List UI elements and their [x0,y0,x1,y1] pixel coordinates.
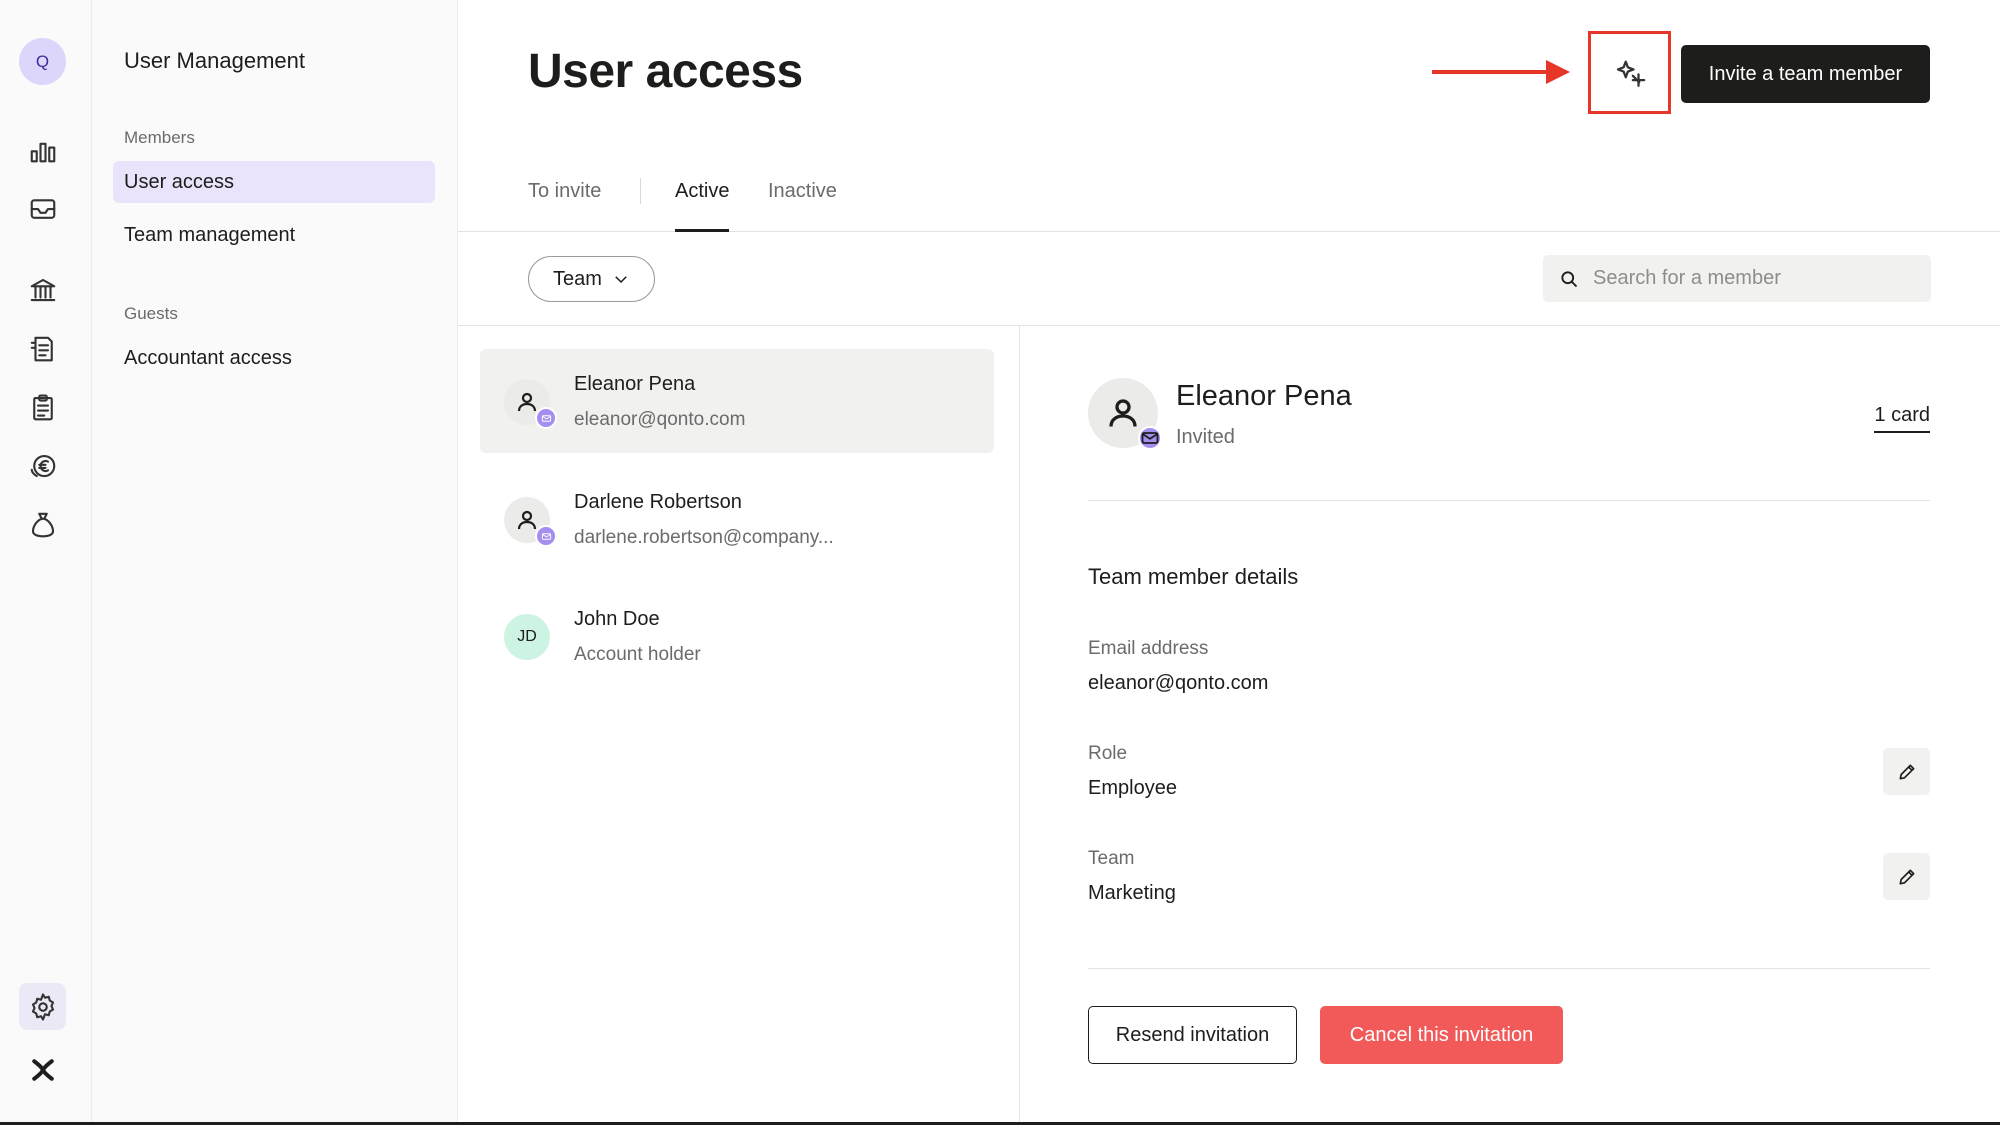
member-name: Darlene Robertson [574,491,742,513]
cancel-invitation-button[interactable]: Cancel this invitation [1320,1006,1563,1064]
team-label: Team [1088,848,1135,869]
role-value: Employee [1088,777,1177,799]
list-item[interactable]: JD John Doe Account holder [480,584,994,688]
nav-item-team-management[interactable]: Team management [113,214,435,256]
tab-active[interactable]: Active [675,180,730,232]
mail-badge-icon [1138,426,1162,450]
user-management-nav: User Management Members User access Team… [92,0,458,1125]
section-title: Team member details [1088,564,1299,589]
member-email: darlene.robertson@company... [574,527,834,548]
member-role: Account holder [574,644,701,665]
email-label: Email address [1088,638,1209,659]
logo-icon[interactable] [24,1051,62,1089]
chart-bars-icon[interactable] [24,131,62,169]
clipboard-icon[interactable] [24,389,62,427]
org-avatar[interactable]: Q [19,38,66,85]
resend-invitation-button[interactable]: Resend invitation [1088,1006,1297,1064]
invite-team-member-button[interactable]: Invite a team member [1681,45,1930,103]
team-value: Marketing [1088,882,1176,904]
edit-role-button[interactable] [1883,748,1930,795]
status-badge: Invited [1176,426,1235,448]
avatar [504,497,557,547]
avatar [504,379,557,429]
nav-section-guests: Guests [124,304,178,323]
person-icon [517,510,537,530]
search-input[interactable] [1593,267,1913,290]
gear-icon[interactable] [19,983,66,1030]
members-list: Eleanor Pena eleanor@qonto.com Darlene R… [458,326,1020,1125]
team-filter-dropdown[interactable]: Team [528,256,655,302]
inbox-icon[interactable] [24,190,62,228]
tab-inactive[interactable]: Inactive [768,180,837,232]
search-box [1543,255,1931,302]
member-email: eleanor@qonto.com [574,409,746,430]
filter-row: Team [458,232,2000,326]
sparkle-plus-button[interactable] [1588,31,1671,114]
avatar [1088,378,1162,450]
icon-rail: Q [0,0,92,1125]
divider [1088,500,1930,501]
detail-name: Eleanor Pena [1176,380,1352,412]
search-icon [1561,270,1578,287]
person-icon [1109,399,1137,427]
tab-divider [640,178,641,204]
member-name: John Doe [574,608,660,630]
pencil-icon [1899,764,1914,779]
mail-badge-icon [535,407,557,429]
nav-section-members: Members [124,128,195,147]
list-item[interactable]: Eleanor Pena eleanor@qonto.com [480,349,994,453]
avatar: JD [504,614,550,660]
money-bag-icon[interactable] [24,506,62,544]
person-icon [517,392,537,412]
nav-item-user-access[interactable]: User access [113,161,435,203]
edit-team-button[interactable] [1883,853,1930,900]
member-name: Eleanor Pena [574,373,696,395]
member-tabs: To invite Active Inactive [458,170,2000,232]
bank-icon[interactable] [24,271,62,309]
chevron-down-icon [615,276,627,284]
nav-title: User Management [124,48,305,73]
nav-item-accountant-access[interactable]: Accountant access [113,337,435,379]
euro-coin-icon[interactable] [24,447,62,485]
page-title: User access [528,45,803,98]
sparkle-plus-icon [1616,60,1645,87]
divider [1088,968,1930,969]
role-label: Role [1088,743,1128,764]
invoice-icon[interactable] [24,330,62,368]
member-detail-pane: Eleanor Pena Invited 1 card Team member … [1020,326,2000,1125]
cards-link[interactable]: 1 card [1874,404,1930,433]
pencil-icon [1899,869,1914,884]
team-filter-label: Team [553,267,602,290]
mail-badge-icon [535,525,557,547]
annotation-arrow-icon [1432,60,1570,84]
tab-to-invite[interactable]: To invite [528,180,601,232]
list-item[interactable]: Darlene Robertson darlene.robertson@comp… [480,467,994,571]
email-value: eleanor@qonto.com [1088,672,1269,694]
